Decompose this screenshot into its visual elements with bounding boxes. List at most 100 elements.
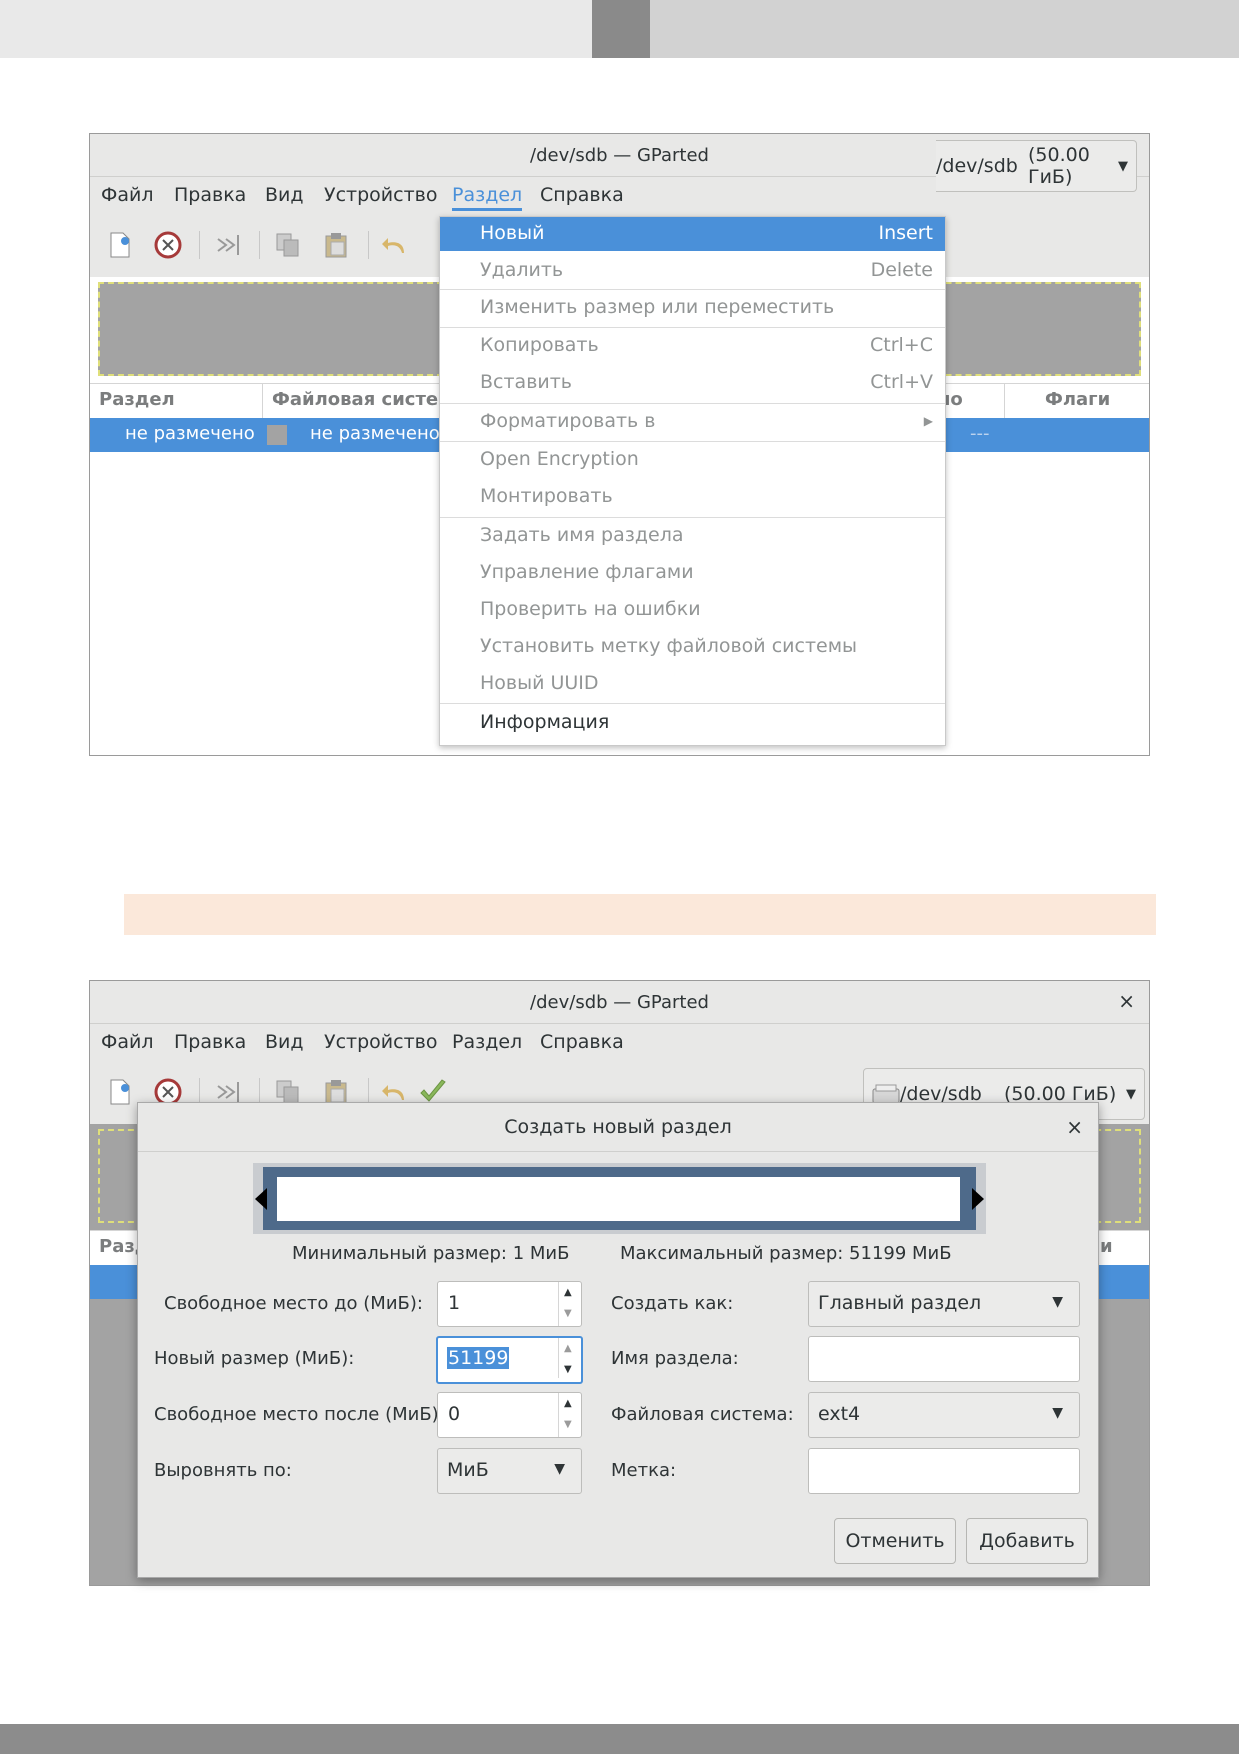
create-as-label: Создать как: bbox=[611, 1293, 734, 1314]
spin-down-icon[interactable]: ▼ bbox=[564, 1364, 572, 1375]
free-before-label: Свободное место до (МиБ): bbox=[164, 1293, 423, 1314]
align-combo[interactable]: МиБ ▼ bbox=[437, 1448, 582, 1494]
menu-item-new-uuid[interactable]: Новый UUID bbox=[440, 667, 945, 701]
delete-icon[interactable] bbox=[154, 231, 182, 259]
menu-item-manage-flags[interactable]: Управление флагами bbox=[440, 556, 945, 590]
add-button[interactable]: Добавить bbox=[966, 1518, 1088, 1564]
menu-item-paste[interactable]: Вставить Ctrl+V bbox=[440, 366, 945, 400]
spin-down-icon[interactable]: ▼ bbox=[564, 1308, 572, 1319]
menu-item-copy[interactable]: Копировать Ctrl+C bbox=[440, 329, 945, 363]
menu-item-open-encryption[interactable]: Open Encryption bbox=[440, 443, 945, 477]
callout-box bbox=[124, 894, 1156, 935]
filesystem-combo[interactable]: ext4 ▼ bbox=[808, 1392, 1080, 1438]
spin-buttons: ▲ ▼ bbox=[558, 1393, 581, 1437]
menu-item-mount[interactable]: Монтировать bbox=[440, 480, 945, 514]
menu-bar: Файл Правка Вид Устройство Раздел Справк… bbox=[90, 1024, 1149, 1062]
column-partition[interactable]: Раздел bbox=[99, 389, 175, 410]
menu-separator bbox=[440, 403, 945, 404]
new-partition-icon[interactable] bbox=[106, 1078, 134, 1106]
undo-icon[interactable] bbox=[380, 231, 408, 259]
menu-file[interactable]: Файл bbox=[101, 1031, 154, 1053]
paste-icon[interactable] bbox=[322, 231, 350, 259]
menu-separator bbox=[440, 703, 945, 704]
menu-help[interactable]: Справка bbox=[540, 184, 624, 206]
create-as-value: Главный раздел bbox=[818, 1292, 982, 1314]
menu-item-new[interactable]: Новый Insert bbox=[440, 217, 945, 251]
fs-color-swatch bbox=[267, 425, 287, 445]
menu-item-accel: Insert bbox=[878, 222, 934, 244]
device-selector[interactable]: /dev/sdb (50.00 ГиБ) ▼ bbox=[936, 140, 1137, 192]
column-partial[interactable]: и bbox=[1100, 1236, 1113, 1257]
menu-item-label: Форматировать в bbox=[480, 410, 656, 432]
fs-label-label: Метка: bbox=[611, 1460, 677, 1481]
spin-up-icon[interactable]: ▲ bbox=[564, 1398, 572, 1409]
new-size-label: Новый размер (МиБ): bbox=[154, 1348, 355, 1369]
dropdown-arrow-icon: ▼ bbox=[1118, 158, 1128, 174]
cancel-button[interactable]: Отменить bbox=[834, 1518, 956, 1564]
filesystem-value: ext4 bbox=[818, 1403, 861, 1425]
create-as-combo[interactable]: Главный раздел ▼ bbox=[808, 1281, 1080, 1327]
align-value: МиБ bbox=[447, 1459, 489, 1481]
menu-item-resize-move[interactable]: Изменить размер или переместить bbox=[440, 291, 945, 325]
title-bar: /dev/sdb — GParted × bbox=[90, 981, 1149, 1024]
menu-view[interactable]: Вид bbox=[265, 1031, 304, 1053]
menu-item-check[interactable]: Проверить на ошибки bbox=[440, 593, 945, 627]
resize-handle-left-icon[interactable] bbox=[255, 1188, 269, 1210]
menu-edit[interactable]: Правка bbox=[174, 1031, 246, 1053]
new-partition-icon[interactable] bbox=[106, 231, 134, 259]
menu-edit[interactable]: Правка bbox=[174, 184, 246, 206]
menu-item-label: Вставить bbox=[480, 371, 573, 393]
fs-label-field[interactable] bbox=[808, 1448, 1080, 1494]
menu-device[interactable]: Устройство bbox=[324, 184, 437, 206]
row-flags: --- bbox=[970, 423, 990, 444]
menu-separator bbox=[440, 517, 945, 518]
menu-partition[interactable]: Раздел bbox=[452, 184, 523, 211]
new-size-spinner[interactable]: 51199 ▲ ▼ bbox=[436, 1336, 583, 1384]
menu-item-delete[interactable]: Удалить Delete bbox=[440, 254, 945, 288]
new-size-value: 51199 bbox=[447, 1347, 510, 1369]
spin-up-icon[interactable]: ▲ bbox=[564, 1343, 572, 1354]
create-partition-dialog: Создать новый раздел × Минимальный разме… bbox=[137, 1102, 1099, 1578]
menu-item-label-fs[interactable]: Установить метку файловой системы bbox=[440, 630, 945, 664]
resize-handle-right-icon[interactable] bbox=[970, 1188, 984, 1210]
menu-file[interactable]: Файл bbox=[101, 184, 154, 206]
menu-item-accel: Ctrl+V bbox=[870, 371, 933, 393]
resize-move-icon[interactable] bbox=[214, 231, 242, 259]
close-icon[interactable]: × bbox=[1118, 989, 1135, 1013]
menu-item-format[interactable]: Форматировать в ▶ bbox=[440, 405, 945, 439]
page-header-marker bbox=[592, 0, 650, 58]
menu-device[interactable]: Устройство bbox=[324, 1031, 437, 1053]
menu-item-label: Задать имя раздела bbox=[480, 524, 684, 546]
menu-view[interactable]: Вид bbox=[265, 184, 304, 206]
partition-size-graph[interactable] bbox=[253, 1163, 986, 1234]
align-label: Выровнять по: bbox=[154, 1460, 292, 1481]
max-size-label: Максимальный размер: 51199 МиБ bbox=[620, 1243, 952, 1264]
toolbar-separator bbox=[259, 231, 260, 259]
column-flags[interactable]: Флаги bbox=[1045, 389, 1110, 410]
menu-partition[interactable]: Раздел bbox=[452, 1031, 522, 1053]
menu-item-label: Управление флагами bbox=[480, 561, 694, 583]
menu-item-label: Информация bbox=[480, 711, 610, 733]
spin-buttons: ▲ ▼ bbox=[558, 1282, 581, 1326]
part-name-field[interactable] bbox=[808, 1336, 1080, 1382]
close-icon[interactable]: × bbox=[1066, 1115, 1083, 1139]
dialog-title: Создать новый раздел bbox=[504, 1116, 732, 1138]
menu-item-label: Проверить на ошибки bbox=[480, 598, 701, 620]
column-filesystem[interactable]: Файловая систем bbox=[272, 389, 453, 410]
menu-separator bbox=[440, 289, 945, 290]
menu-item-information[interactable]: Информация bbox=[440, 706, 945, 740]
spin-down-icon[interactable]: ▼ bbox=[564, 1419, 572, 1430]
menu-item-name-partition[interactable]: Задать имя раздела bbox=[440, 519, 945, 553]
free-after-spinner[interactable]: 0 ▲ ▼ bbox=[437, 1392, 582, 1438]
spin-up-icon[interactable]: ▲ bbox=[564, 1287, 572, 1298]
copy-icon[interactable] bbox=[274, 231, 302, 259]
window-title: /dev/sdb — GParted bbox=[530, 144, 709, 166]
spin-buttons: ▲ ▼ bbox=[558, 1338, 581, 1378]
row-partition: не размечено bbox=[125, 423, 255, 444]
menu-item-label: Удалить bbox=[480, 259, 564, 281]
free-before-spinner[interactable]: 1 ▲ ▼ bbox=[437, 1281, 582, 1327]
menu-item-label: Монтировать bbox=[480, 485, 613, 507]
submenu-arrow-icon: ▶ bbox=[923, 414, 933, 428]
menu-help[interactable]: Справка bbox=[540, 1031, 624, 1053]
menu-item-label: Новый UUID bbox=[480, 672, 599, 694]
